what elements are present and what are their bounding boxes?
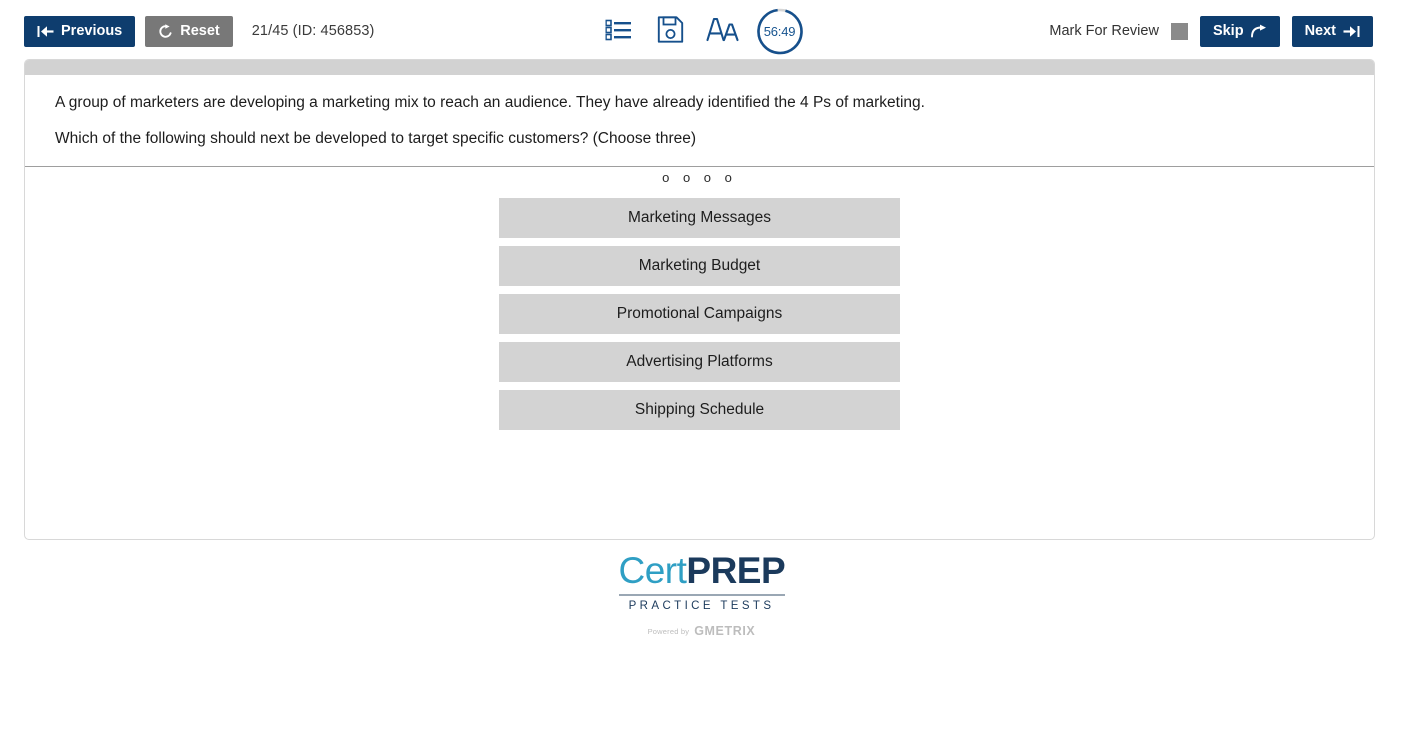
answer-option-4[interactable]: Advertising Platforms	[499, 342, 900, 383]
logo-tagline: PRACTICE TESTS	[628, 600, 775, 612]
certprep-logo: CertPREP PRACTICE TESTS Powered by GMETR…	[618, 550, 786, 638]
logo-prep-text: PREP	[686, 550, 786, 591]
answer-options-list: Marketing Messages Marketing Budget Prom…	[499, 198, 900, 431]
mark-for-review-checkbox[interactable]	[1170, 22, 1188, 40]
question-counter: 21/45 (ID: 456853)	[251, 23, 375, 39]
font-size-AA-icon	[705, 17, 739, 45]
answer-option-2[interactable]: Marketing Budget	[499, 246, 900, 287]
mark-for-review-label: Mark For Review	[1049, 23, 1159, 39]
exam-timer[interactable]: 56:49	[756, 8, 803, 55]
reset-button[interactable]: Reset	[145, 15, 233, 47]
top-toolbar: Previous Reset 21/45 (ID: 456853) 56:49 …	[0, 0, 1403, 62]
reset-button-label: Reset	[180, 23, 220, 39]
skip-forward-arrow-icon	[1250, 24, 1267, 38]
gmetrix-brand-text: GMETRIX	[694, 624, 756, 638]
powered-by-block: Powered by GMETRIX	[619, 624, 785, 638]
refresh-icon	[158, 23, 173, 39]
question-list-icon	[604, 19, 631, 44]
logo-cert-text: Cert	[618, 550, 687, 591]
previous-button-label: Previous	[61, 23, 123, 39]
skip-button[interactable]: Skip	[1199, 15, 1280, 47]
toolbar-center-group: 56:49	[600, 0, 803, 62]
skip-to-start-arrow-icon	[37, 25, 54, 38]
question-list-button[interactable]	[600, 13, 636, 49]
panel-header-bar	[25, 60, 1374, 75]
question-paragraph-2: Which of the following should next be de…	[55, 129, 697, 147]
timer-value: 56:49	[763, 23, 796, 39]
answer-option-1[interactable]: Marketing Messages	[499, 198, 900, 239]
answer-option-5[interactable]: Shipping Schedule	[499, 390, 900, 431]
toolbar-right-group: Mark For Review Skip Next	[1049, 0, 1373, 62]
skip-button-label: Skip	[1212, 23, 1244, 39]
next-button[interactable]: Next	[1291, 15, 1373, 47]
font-size-button[interactable]	[704, 13, 740, 49]
next-button-label: Next	[1304, 23, 1336, 39]
skip-to-end-arrow-icon	[1343, 25, 1360, 38]
footer: CertPREP PRACTICE TESTS Powered by GMETR…	[0, 552, 1403, 638]
powered-by-text: Powered by	[647, 626, 690, 636]
question-paragraph-1: A group of marketers are developing a ma…	[55, 94, 925, 111]
logo-wordmark: CertPREP	[618, 550, 786, 591]
answer-option-3[interactable]: Promotional Campaigns	[499, 294, 900, 335]
save-button[interactable]	[652, 13, 688, 49]
save-floppy-icon	[657, 16, 683, 46]
logo-divider-rule	[618, 594, 785, 596]
question-text-area: A group of marketers are developing a ma…	[25, 75, 1374, 150]
drop-target-markers[interactable]: o o o o	[25, 167, 1374, 189]
toolbar-left-group: Previous Reset 21/45 (ID: 456853)	[24, 0, 374, 62]
question-panel: A group of marketers are developing a ma…	[24, 59, 1375, 540]
previous-button[interactable]: Previous	[24, 15, 136, 47]
